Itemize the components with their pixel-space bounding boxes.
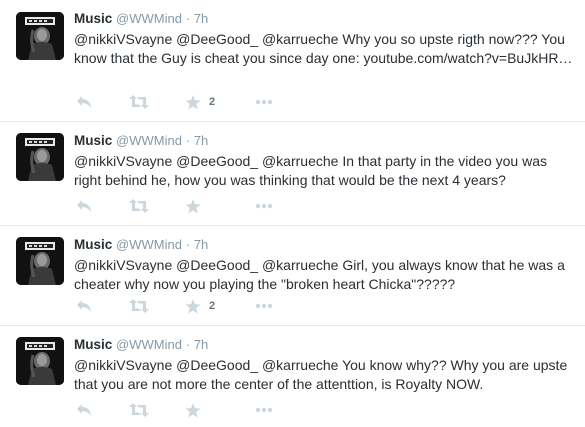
more-icon <box>255 203 273 209</box>
reply-button[interactable] <box>76 400 92 420</box>
favorite-button[interactable]: 2 <box>185 296 215 316</box>
more-icon <box>255 99 273 105</box>
tweet-actions <box>74 196 294 216</box>
more-icon <box>255 407 273 413</box>
tweet-text: @nikkiVSvayne @DeeGood_ @karrueche Why y… <box>74 31 573 66</box>
tweet-text: @nikkiVSvayne @DeeGood_ @karrueche You k… <box>74 357 568 392</box>
avatar[interactable] <box>16 133 64 181</box>
reply-button[interactable] <box>76 296 92 316</box>
more-button[interactable] <box>255 92 273 112</box>
tweet-actions <box>74 400 294 420</box>
timestamp[interactable]: 7h <box>194 237 208 252</box>
favorite-button[interactable]: 2 <box>185 92 215 112</box>
separator: · <box>185 337 191 352</box>
star-icon <box>185 94 201 109</box>
separator: · <box>185 237 191 252</box>
reply-icon <box>77 404 91 416</box>
more-button[interactable] <box>255 196 273 216</box>
tweet-header: Music @WWMind · 7h <box>74 10 577 28</box>
tweet[interactable]: Music @WWMind · 7h @nikkiVSvayne @DeeGoo… <box>0 226 585 326</box>
favorite-button[interactable] <box>185 196 209 216</box>
avatar[interactable] <box>16 337 64 385</box>
star-icon <box>185 198 201 213</box>
timestamp[interactable]: 7h <box>194 133 208 148</box>
display-name[interactable]: Music <box>74 11 112 26</box>
tweet-timeline: Music @WWMind · 7h @nikkiVSvayne @DeeGoo… <box>0 0 585 427</box>
user-handle[interactable]: @WWMind <box>116 337 182 352</box>
tweet[interactable]: Music @WWMind · 7h @nikkiVSvayne @DeeGoo… <box>0 0 585 122</box>
avatar-image <box>16 237 64 285</box>
display-name[interactable]: Music <box>74 133 112 148</box>
tweet-text: @nikkiVSvayne @DeeGood_ @karrueche Girl,… <box>74 257 565 292</box>
reply-icon <box>77 300 91 312</box>
user-handle[interactable]: @WWMind <box>116 11 182 26</box>
display-name[interactable]: Music <box>74 337 112 352</box>
tweet-header: Music @WWMind · 7h <box>74 336 577 354</box>
favorite-count: 2 <box>209 96 216 108</box>
timestamp[interactable]: 7h <box>194 337 208 352</box>
display-name[interactable]: Music <box>74 237 112 252</box>
avatar-image <box>16 133 64 181</box>
tweet-actions: 2 <box>74 92 294 112</box>
retweet-icon <box>129 95 149 109</box>
avatar-image <box>16 337 64 385</box>
favorite-button[interactable] <box>185 400 209 420</box>
more-button[interactable] <box>255 400 273 420</box>
retweet-button[interactable] <box>129 296 149 316</box>
user-handle[interactable]: @WWMind <box>116 133 182 148</box>
retweet-button[interactable] <box>129 196 149 216</box>
timestamp[interactable]: 7h <box>194 11 208 26</box>
avatar-image <box>16 12 64 60</box>
more-button[interactable] <box>255 296 273 316</box>
user-handle[interactable]: @WWMind <box>116 237 182 252</box>
retweet-button[interactable] <box>129 400 149 420</box>
retweet-icon <box>129 199 149 213</box>
separator: · <box>185 133 191 148</box>
reply-button[interactable] <box>76 92 92 112</box>
reply-icon <box>77 96 91 108</box>
star-icon <box>185 402 201 417</box>
retweet-icon <box>129 299 149 313</box>
favorite-count: 2 <box>209 300 216 312</box>
reply-button[interactable] <box>76 196 92 216</box>
separator: · <box>185 11 191 26</box>
avatar[interactable] <box>16 12 64 60</box>
avatar[interactable] <box>16 237 64 285</box>
tweet-text: @nikkiVSvayne @DeeGood_ @karrueche In th… <box>74 153 547 188</box>
tweet[interactable]: Music @WWMind · 7h @nikkiVSvayne @DeeGoo… <box>0 326 585 427</box>
tweet-header: Music @WWMind · 7h <box>74 236 577 254</box>
tweet-actions: 2 <box>74 296 294 316</box>
retweet-icon <box>129 403 149 417</box>
tweet[interactable]: Music @WWMind · 7h @nikkiVSvayne @DeeGoo… <box>0 122 585 226</box>
star-icon <box>185 298 201 313</box>
more-icon <box>255 303 273 309</box>
tweet-header: Music @WWMind · 7h <box>74 132 577 150</box>
retweet-button[interactable] <box>129 92 149 112</box>
reply-icon <box>77 200 91 212</box>
